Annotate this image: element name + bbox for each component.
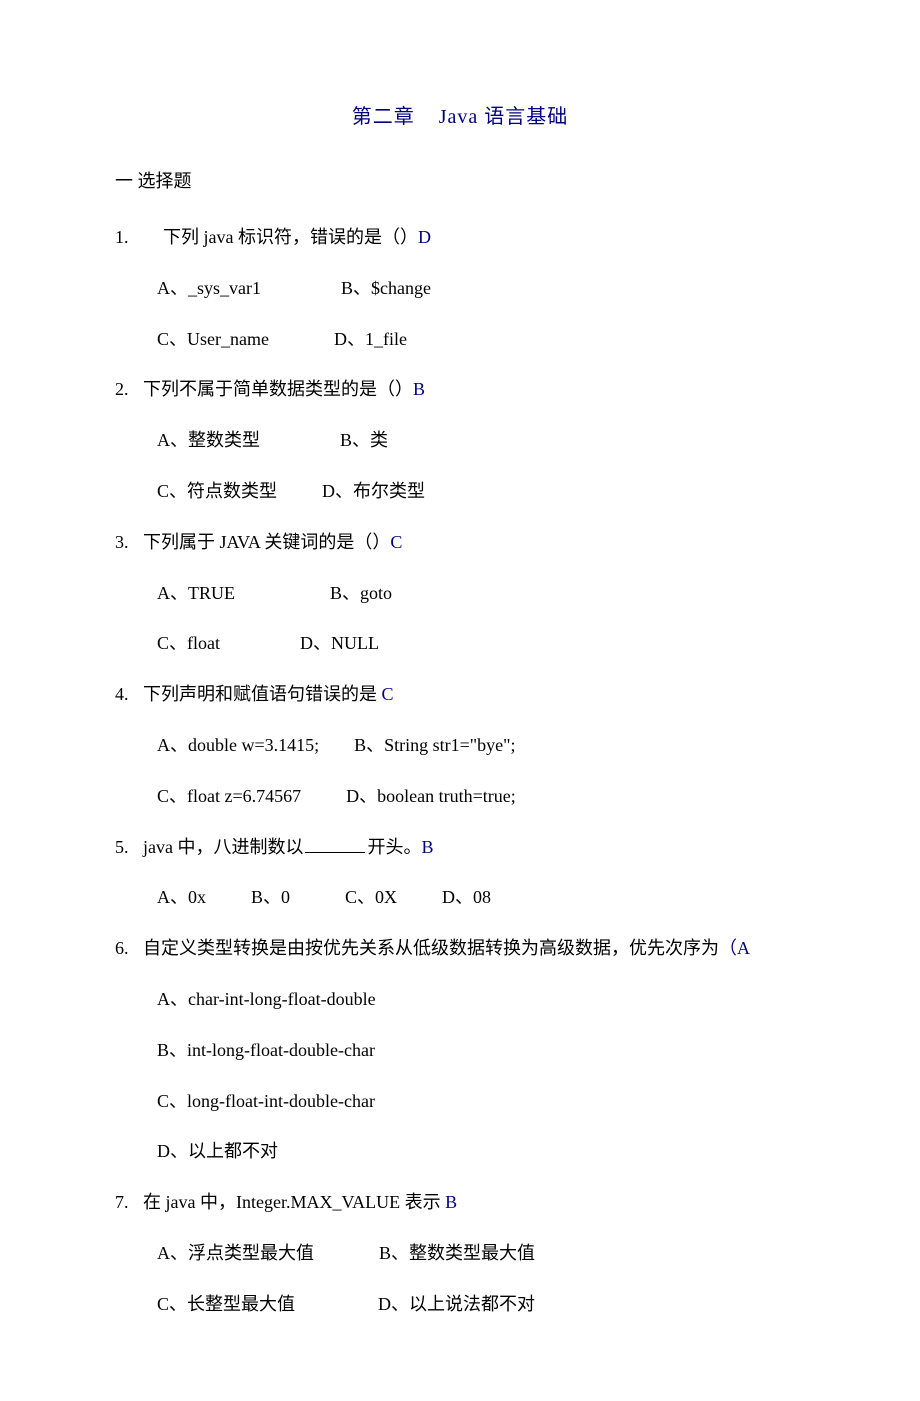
question: 7.在 java 中，Integer.MAX_VALUE 表示 B A、浮点类型最… <box>115 1188 805 1318</box>
question-text: 5.java 中，八进制数以 开头。B <box>115 833 805 862</box>
option-item: C、long-float-int-double-char <box>157 1087 375 1116</box>
option-item: D、以上都不对 <box>157 1137 278 1166</box>
question: 2.下列不属于简单数据类型的是（）B A、整数类型 B、类 C、符点数类型 D、布尔类型 <box>115 375 805 505</box>
option-item: A、整数类型 <box>157 426 260 455</box>
option-item: C、float z=6.74567 <box>157 782 301 811</box>
answer-letter: D <box>418 227 431 247</box>
question-text-body: 下列 java 标识符，错误的是（） <box>163 227 418 247</box>
option-item: B、类 <box>340 426 388 455</box>
option-row: B、int-long-float-double-char <box>157 1036 805 1065</box>
question-text: 6.自定义类型转换是由按优先关系从低级数据转换为高级数据，优先次序为（A <box>115 934 805 963</box>
option-item: C、0X <box>345 883 397 912</box>
options-block: A、整数类型 B、类 C、符点数类型 D、布尔类型 <box>115 426 805 506</box>
option-item: D、NULL <box>300 629 379 658</box>
option-item: A、char-int-long-float-double <box>157 985 376 1014</box>
answer-letter: B <box>421 837 433 857</box>
option-item: B、0 <box>251 883 290 912</box>
question-text: 1.下列 java 标识符，错误的是（）D <box>115 223 805 252</box>
option-item: A、_sys_var1 <box>157 274 261 303</box>
option-item: B、$change <box>341 274 431 303</box>
option-item: D、以上说法都不对 <box>378 1290 535 1319</box>
option-row: D、以上都不对 <box>157 1137 805 1166</box>
option-row: A、_sys_var1 B、$change <box>157 274 805 303</box>
question-number: 3. <box>115 528 143 557</box>
option-item: A、浮点类型最大值 <box>157 1239 314 1268</box>
option-row: C、long-float-int-double-char <box>157 1087 805 1116</box>
option-item: D、布尔类型 <box>322 477 425 506</box>
options-block: A、_sys_var1 B、$change C、User_name D、1_file <box>115 274 805 354</box>
question-text-body: 下列属于 JAVA 关键词的是（） <box>143 532 390 552</box>
option-item: C、User_name <box>157 325 269 354</box>
section-header: 一 选择题 <box>115 167 805 193</box>
option-row: C、float D、NULL <box>157 629 805 658</box>
option-item: B、String str1="bye"; <box>354 731 515 760</box>
option-row: A、TRUE B、goto <box>157 579 805 608</box>
option-item: B、goto <box>330 579 392 608</box>
option-row: C、符点数类型 D、布尔类型 <box>157 477 805 506</box>
question: 3.下列属于 JAVA 关键词的是（）C A、TRUE B、goto C、float D… <box>115 528 805 658</box>
options-block: A、TRUE B、goto C、float D、NULL <box>115 579 805 659</box>
option-item: D、1_file <box>334 325 407 354</box>
options-block: A、0x B、0 C、0X D、08 <box>115 883 805 912</box>
question-number: 4. <box>115 680 143 709</box>
question-number: 2. <box>115 375 143 404</box>
answer-letter: C <box>390 532 402 552</box>
answer-prefix: （ <box>719 938 737 958</box>
option-row: C、float z=6.74567 D、boolean truth=true; <box>157 782 805 811</box>
option-item: A、TRUE <box>157 579 235 608</box>
option-row: A、浮点类型最大值 B、整数类型最大值 <box>157 1239 805 1268</box>
option-row: C、长整型最大值 D、以上说法都不对 <box>157 1290 805 1319</box>
answer-letter: A <box>737 938 750 958</box>
options-block: A、double w=3.1415; B、String str1="bye"; C、… <box>115 731 805 811</box>
question: 4.下列声明和赋值语句错误的是 C A、double w=3.1415; B、Str… <box>115 680 805 810</box>
option-row: A、double w=3.1415; B、String str1="bye"; <box>157 731 805 760</box>
option-item: C、float <box>157 629 220 658</box>
option-item: B、int-long-float-double-char <box>157 1036 375 1065</box>
question-text: 4.下列声明和赋值语句错误的是 C <box>115 680 805 709</box>
document-title: 第二章 Java 语言基础 <box>115 100 805 129</box>
option-item: D、boolean truth=true; <box>346 782 516 811</box>
question: 1.下列 java 标识符，错误的是（）D A、_sys_var1 B、$chang… <box>115 223 805 353</box>
answer-letter: B <box>445 1192 457 1212</box>
option-item: C、长整型最大值 <box>157 1290 295 1319</box>
question: 5.java 中，八进制数以 开头。B A、0x B、0 C、0X D、08 <box>115 833 805 913</box>
option-row: C、User_name D、1_file <box>157 325 805 354</box>
question-text-before: java 中，八进制数以 <box>143 837 303 857</box>
question-text-body: 自定义类型转换是由按优先关系从低级数据转换为高级数据，优先次序为 <box>143 938 719 958</box>
question-number: 7. <box>115 1188 143 1217</box>
options-block: A、char-int-long-float-double B、int-long-f… <box>115 985 805 1166</box>
question-text: 3.下列属于 JAVA 关键词的是（）C <box>115 528 805 557</box>
option-item: A、0x <box>157 883 206 912</box>
questions-list: 1.下列 java 标识符，错误的是（）D A、_sys_var1 B、$chang… <box>115 223 805 1319</box>
question-number: 6. <box>115 934 143 963</box>
question: 6.自定义类型转换是由按优先关系从低级数据转换为高级数据，优先次序为（A A、ch… <box>115 934 805 1166</box>
question-number: 1. <box>115 223 163 252</box>
question-number: 5. <box>115 833 143 862</box>
option-item: D、08 <box>442 883 491 912</box>
question-text: 2.下列不属于简单数据类型的是（）B <box>115 375 805 404</box>
option-item: B、整数类型最大值 <box>379 1239 535 1268</box>
options-block: A、浮点类型最大值 B、整数类型最大值 C、长整型最大值 D、以上说法都不对 <box>115 1239 805 1319</box>
question-text: 7.在 java 中，Integer.MAX_VALUE 表示 B <box>115 1188 805 1217</box>
question-text-body: 下列声明和赋值语句错误的是 <box>143 684 382 704</box>
question-text-body: 在 java 中，Integer.MAX_VALUE 表示 <box>143 1192 445 1212</box>
question-text-body: 下列不属于简单数据类型的是（） <box>143 379 413 399</box>
blank-line <box>305 852 365 853</box>
answer-letter: B <box>413 379 425 399</box>
question-text-after: 开头。 <box>367 837 421 857</box>
option-row: A、整数类型 B、类 <box>157 426 805 455</box>
option-item: A、double w=3.1415; <box>157 731 319 760</box>
option-row: A、0x B、0 C、0X D、08 <box>157 883 805 912</box>
answer-letter: C <box>382 684 394 704</box>
option-item: C、符点数类型 <box>157 477 277 506</box>
option-row: A、char-int-long-float-double <box>157 985 805 1014</box>
